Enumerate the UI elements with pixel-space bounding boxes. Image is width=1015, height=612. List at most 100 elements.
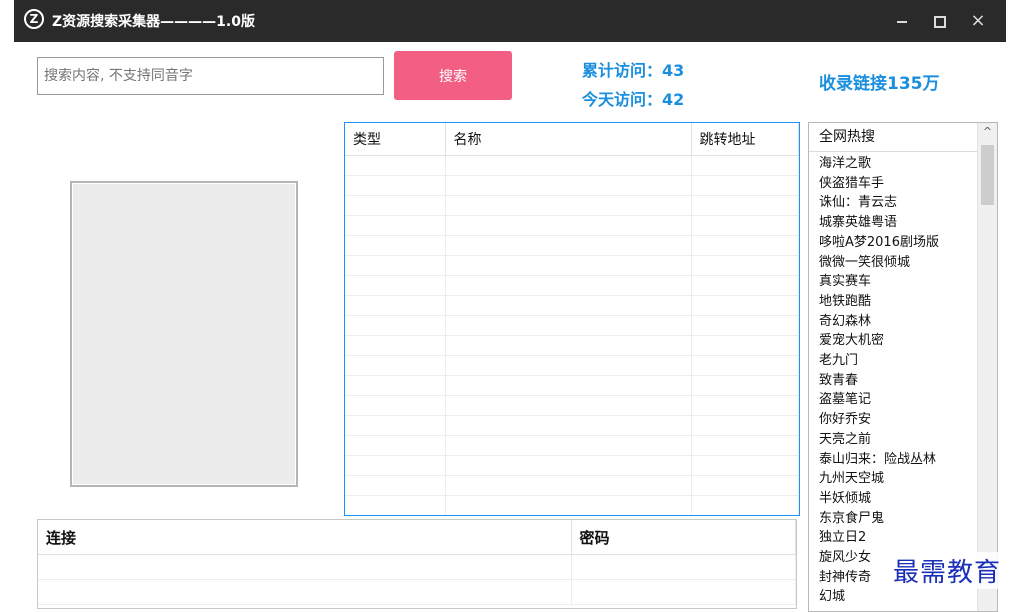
hot-search-list[interactable]: 全网热搜 海洋之歌 侠盗猎车手 诛仙：青云志 城寨英雄粤语 哆啦A梦2016剧场版 微微一… (808, 122, 998, 612)
table-row[interactable] (345, 415, 799, 436)
table-row[interactable] (345, 395, 799, 416)
scroll-up-icon[interactable]: ^ (978, 125, 997, 143)
table-cell[interactable] (691, 335, 799, 356)
scroll-thumb[interactable] (981, 145, 994, 205)
hot-search-item[interactable]: 天亮之前 (819, 430, 997, 450)
hot-search-item[interactable]: 哆啦A梦2016剧场版 (819, 233, 997, 253)
table-cell[interactable] (445, 315, 692, 336)
table-row[interactable] (345, 215, 799, 236)
hot-search-item[interactable]: 独立日2 (819, 528, 997, 548)
table-cell[interactable] (691, 475, 799, 496)
table-row[interactable] (345, 255, 799, 276)
hot-search-item[interactable]: 致青春 (819, 371, 997, 391)
table-row[interactable] (345, 315, 799, 336)
table-cell[interactable] (445, 375, 692, 396)
table-row[interactable] (345, 475, 799, 496)
table-cell[interactable] (445, 435, 692, 456)
hot-search-item[interactable]: 爱宠大机密 (819, 331, 997, 351)
table-row[interactable] (345, 295, 799, 316)
table-cell[interactable] (445, 175, 692, 196)
table-cell[interactable] (691, 295, 799, 316)
table-row[interactable] (345, 275, 799, 296)
table-row[interactable] (345, 155, 799, 176)
table-cell[interactable] (445, 415, 692, 436)
hot-search-item[interactable]: 海洋之歌 (819, 154, 997, 174)
table-cell[interactable] (345, 295, 446, 316)
table-cell[interactable] (445, 335, 692, 356)
table-cell[interactable] (345, 415, 446, 436)
maximize-button[interactable] (928, 9, 952, 33)
hot-search-item[interactable]: 幻城 (819, 587, 997, 607)
table-cell[interactable] (38, 554, 572, 580)
table-row[interactable] (345, 335, 799, 356)
table-cell[interactable] (345, 335, 446, 356)
hot-search-item[interactable]: 城寨英雄粤语 (819, 213, 997, 233)
hot-search-item[interactable]: 盗墓笔记 (819, 390, 997, 410)
table-cell[interactable] (691, 155, 799, 176)
search-button[interactable]: 搜索 (394, 51, 512, 100)
table-cell[interactable] (345, 315, 446, 336)
table-cell[interactable] (691, 215, 799, 236)
hot-search-item[interactable]: 老九门 (819, 351, 997, 371)
hot-search-item[interactable]: 半妖倾城 (819, 489, 997, 509)
hot-search-item[interactable]: 九州天空城 (819, 469, 997, 489)
table-cell[interactable] (445, 355, 692, 376)
table-cell[interactable] (38, 579, 572, 605)
hot-search-item[interactable]: 侠盗猎车手 (819, 174, 997, 194)
table-cell[interactable] (345, 495, 446, 515)
table-cell[interactable] (691, 455, 799, 476)
column-header-password[interactable]: 密码 (571, 520, 796, 555)
table-cell[interactable] (691, 355, 799, 376)
hot-search-item[interactable]: 真实赛车 (819, 272, 997, 292)
table-cell[interactable] (691, 275, 799, 296)
hot-search-item[interactable]: 奇幻森林 (819, 312, 997, 332)
table-cell[interactable] (445, 295, 692, 316)
table-row[interactable] (345, 235, 799, 256)
hot-search-item[interactable]: 东京食尸鬼 (819, 509, 997, 529)
hot-search-scrollbar[interactable]: ^ (977, 123, 997, 611)
hot-search-item[interactable]: 泰山归来：险战丛林 (819, 450, 997, 470)
search-input[interactable] (37, 57, 384, 95)
table-row[interactable] (38, 554, 796, 580)
table-cell[interactable] (345, 235, 446, 256)
table-cell[interactable] (445, 275, 692, 296)
table-cell[interactable] (345, 275, 446, 296)
table-cell[interactable] (571, 554, 796, 580)
column-header-name[interactable]: 名称 (445, 123, 692, 156)
table-cell[interactable] (691, 495, 799, 515)
table-cell[interactable] (691, 435, 799, 456)
table-cell[interactable] (345, 475, 446, 496)
table-cell[interactable] (445, 155, 692, 176)
table-cell[interactable] (445, 255, 692, 276)
close-button[interactable]: × (966, 9, 990, 33)
table-cell[interactable] (445, 395, 692, 416)
hot-search-item[interactable]: 诛仙：青云志 (819, 193, 997, 213)
table-cell[interactable] (445, 455, 692, 476)
table-row[interactable] (345, 175, 799, 196)
table-cell[interactable] (345, 375, 446, 396)
table-cell[interactable] (691, 175, 799, 196)
table-row[interactable] (345, 195, 799, 216)
table-cell[interactable] (445, 195, 692, 216)
column-header-type[interactable]: 类型 (345, 123, 446, 156)
hot-search-item[interactable]: 地铁跑酷 (819, 292, 997, 312)
table-cell[interactable] (445, 235, 692, 256)
table-cell[interactable] (345, 355, 446, 376)
table-cell[interactable] (691, 255, 799, 276)
table-cell[interactable] (345, 215, 446, 236)
table-cell[interactable] (691, 315, 799, 336)
table-cell[interactable] (345, 455, 446, 476)
links-table[interactable]: 连接 密码 (37, 519, 797, 609)
table-cell[interactable] (691, 415, 799, 436)
column-header-url[interactable]: 跳转地址 (691, 123, 799, 156)
table-cell[interactable] (345, 175, 446, 196)
table-row[interactable] (345, 355, 799, 376)
table-cell[interactable] (345, 255, 446, 276)
table-row[interactable] (345, 435, 799, 456)
table-row[interactable] (345, 375, 799, 396)
column-header-link[interactable]: 连接 (38, 520, 572, 555)
table-cell[interactable] (445, 215, 692, 236)
hot-search-item[interactable]: 微微一笑很倾城 (819, 253, 997, 273)
table-cell[interactable] (691, 235, 799, 256)
table-cell[interactable] (691, 195, 799, 216)
